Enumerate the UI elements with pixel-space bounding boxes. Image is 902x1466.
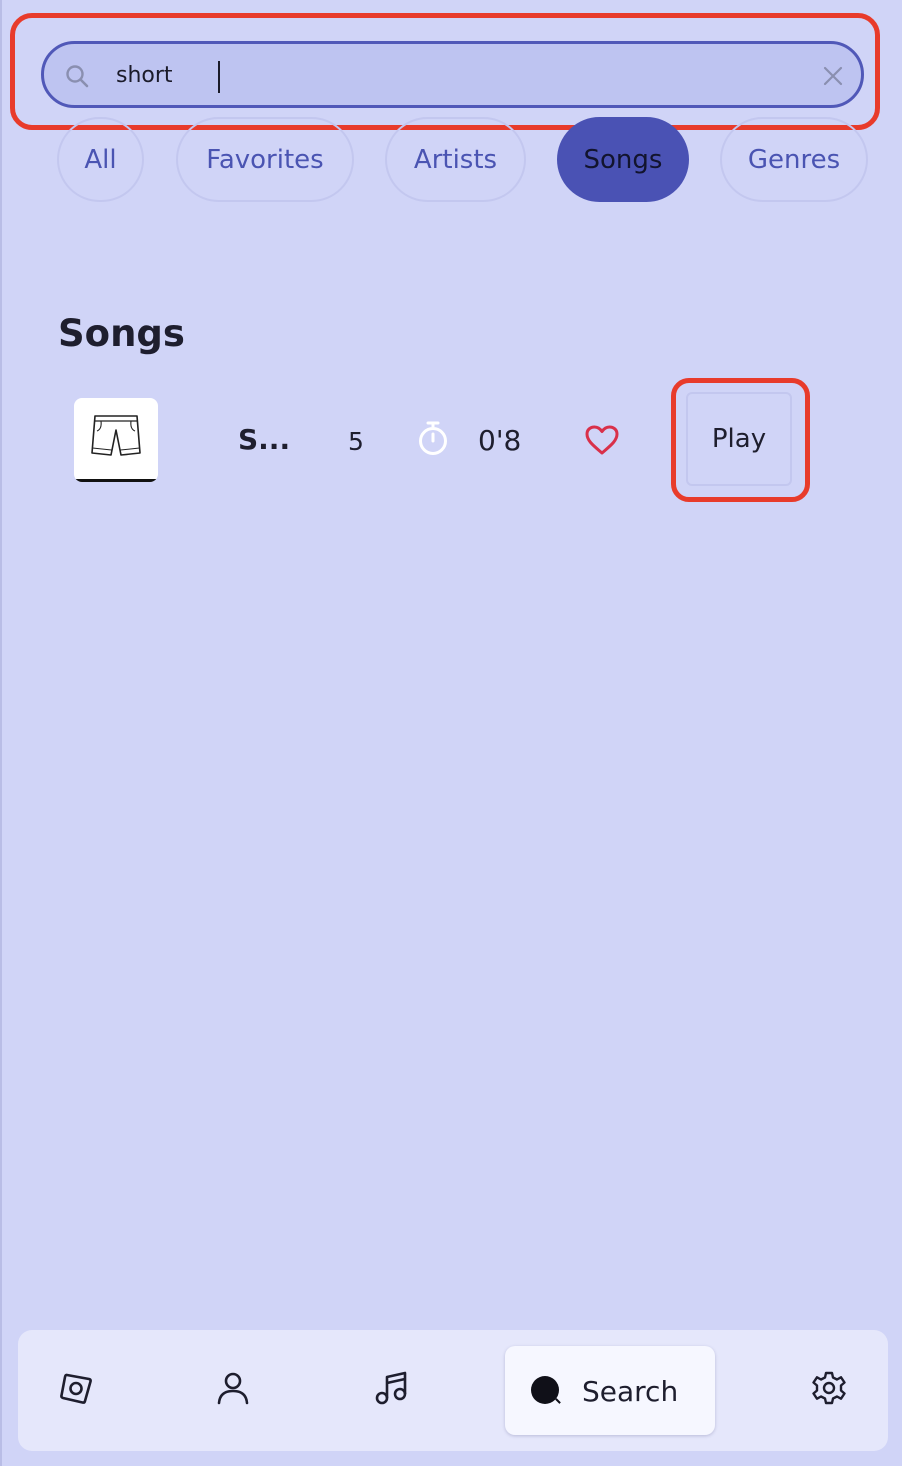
close-icon[interactable] [820,63,846,89]
music-note-icon[interactable] [373,1370,409,1406]
filter-chip-songs[interactable]: Songs [557,117,689,202]
song-title: S... [238,423,291,456]
section-title: Songs [58,312,185,355]
user-icon[interactable] [215,1370,251,1406]
nav-search-tab[interactable]: Search [505,1346,715,1435]
nav-search-label: Search [582,1375,679,1408]
text-caret [218,61,220,93]
bottom-nav: Search [18,1330,888,1451]
thumbnail-baseline [74,479,158,482]
search-icon [66,65,89,88]
window-edge [0,0,2,1466]
filter-chip-artists[interactable]: Artists [385,117,526,202]
search-icon-handle [555,1398,561,1404]
timer-icon [419,421,447,455]
disc-icon[interactable] [58,1370,94,1406]
song-duration: 0'8 [478,424,522,457]
filter-chip-favorites[interactable]: Favorites [176,117,354,202]
gear-icon[interactable] [811,1370,847,1406]
song-thumbnail [74,398,158,482]
filter-chip-genres[interactable]: Genres [720,117,868,202]
filter-chip-all[interactable]: All [57,117,144,202]
song-count: 5 [348,427,364,456]
play-button[interactable]: Play [686,392,792,486]
heart-icon[interactable] [584,424,620,456]
shorts-icon [91,415,141,456]
search-bar[interactable] [41,41,864,108]
